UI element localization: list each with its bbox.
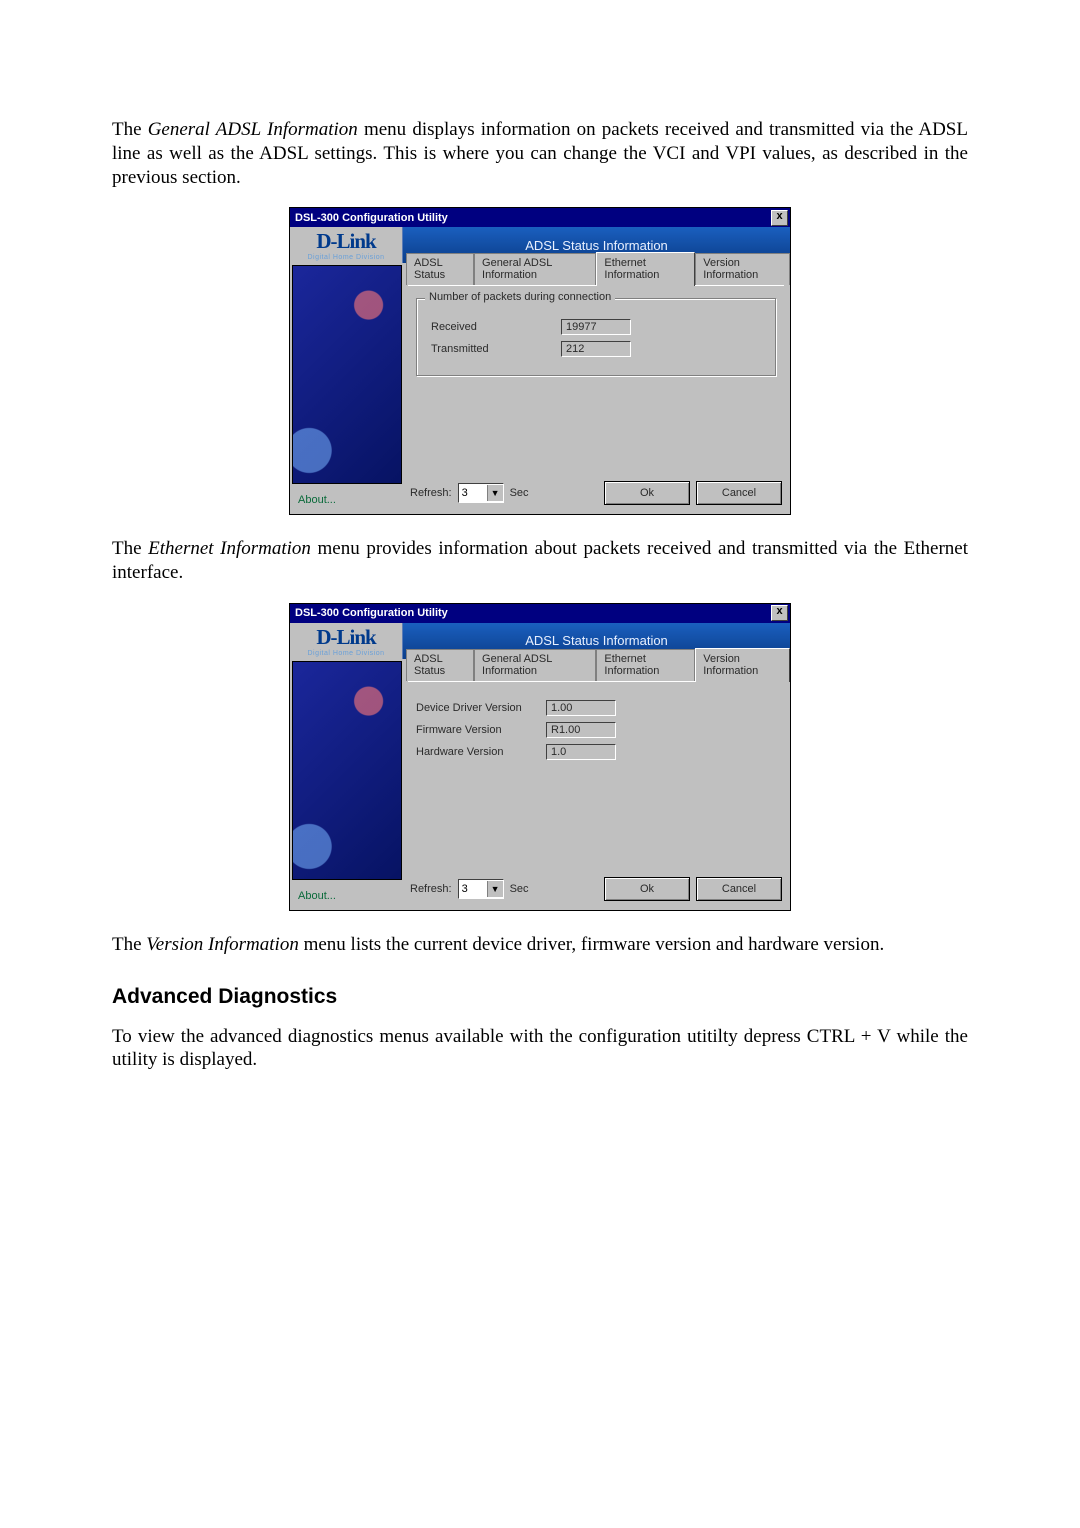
brand-logo: D-Link Digital Home Division [290,623,402,659]
text: The [112,934,146,955]
refresh-value: 3 [459,487,487,499]
close-icon[interactable]: x [771,210,788,226]
tab-ethernet-info[interactable]: Ethernet Information [596,252,695,286]
titlebar[interactable]: DSL-300 Configuration Utility x [290,604,790,623]
value-hardware-version: 1.0 [546,744,616,760]
text-italic: Ethernet Information [148,538,311,559]
decorative-side-image [292,661,402,880]
sec-label: Sec [510,883,529,895]
tab-version-info[interactable]: Version Information [695,648,790,682]
groupbox-legend: Number of packets during connection [425,291,615,303]
paragraph-advanced-diagnostics: To view the advanced diagnostics menus a… [112,1025,968,1073]
ok-button[interactable]: Ok [604,481,690,505]
text: menu lists the current device driver, fi… [299,934,884,955]
close-icon[interactable]: x [771,605,788,621]
label-firmware-version: Firmware Version [416,724,546,736]
tab-general-adsl[interactable]: General ADSL Information [474,649,596,681]
label-transmitted: Transmitted [431,343,561,355]
paragraph-version-info: The Version Information menu lists the c… [112,933,968,957]
sec-label: Sec [510,487,529,499]
refresh-select[interactable]: 3 ▼ [458,483,504,503]
brand-text: D-Link [316,625,375,650]
text: The [112,119,148,140]
tab-adsl-status[interactable]: ADSL Status [406,649,474,681]
refresh-value: 3 [459,883,487,895]
tab-adsl-status[interactable]: ADSL Status [406,253,474,285]
tab-panel-version: Device Driver Version 1.00 Firmware Vers… [408,681,784,872]
value-received: 19977 [561,319,631,335]
window-title: DSL-300 Configuration Utility [295,212,448,224]
chevron-down-icon[interactable]: ▼ [487,881,503,897]
heading-advanced-diagnostics: Advanced Diagnostics [112,985,968,1009]
tab-panel-ethernet: Number of packets during connection Rece… [408,285,784,476]
brand-subtext: Digital Home Division [307,650,384,657]
tab-general-adsl[interactable]: General ADSL Information [474,253,596,285]
tab-ethernet-info[interactable]: Ethernet Information [596,649,695,681]
value-firmware-version: R1.00 [546,722,616,738]
brand-logo: D-Link Digital Home Division [290,227,402,263]
dialog-footer: Refresh: 3 ▼ Sec Ok Cancel [402,874,790,910]
label-hardware-version: Hardware Version [416,746,546,758]
dialog-footer: Refresh: 3 ▼ Sec Ok Cancel [402,478,790,514]
label-driver-version: Device Driver Version [416,702,546,714]
config-dialog-ethernet: DSL-300 Configuration Utility x D-Link D… [289,207,791,515]
refresh-label: Refresh: [410,883,452,895]
paragraph-general-adsl: The General ADSL Information menu displa… [112,118,968,189]
brand-subtext: Digital Home Division [307,254,384,261]
text-italic: Version Information [146,934,299,955]
decorative-side-image [292,265,402,484]
cancel-button[interactable]: Cancel [696,877,782,901]
label-received: Received [431,321,561,333]
tab-strip: ADSL Status General ADSL Information Eth… [402,263,790,285]
tab-version-info[interactable]: Version Information [695,253,790,285]
refresh-select[interactable]: 3 ▼ [458,879,504,899]
packets-groupbox: Number of packets during connection Rece… [416,298,776,376]
text: The [112,538,148,559]
titlebar[interactable]: DSL-300 Configuration Utility x [290,208,790,227]
tab-strip: ADSL Status General ADSL Information Eth… [402,659,790,681]
value-transmitted: 212 [561,341,631,357]
refresh-label: Refresh: [410,487,452,499]
window-title: DSL-300 Configuration Utility [295,607,448,619]
value-driver-version: 1.00 [546,700,616,716]
ok-button[interactable]: Ok [604,877,690,901]
about-link[interactable]: About... [290,884,402,910]
brand-text: D-Link [316,229,375,254]
paragraph-ethernet-info: The Ethernet Information menu provides i… [112,537,968,585]
text-italic: General ADSL Information [148,119,358,140]
about-link[interactable]: About... [290,488,402,514]
config-dialog-version: DSL-300 Configuration Utility x D-Link D… [289,603,791,911]
cancel-button[interactable]: Cancel [696,481,782,505]
chevron-down-icon[interactable]: ▼ [487,485,503,501]
